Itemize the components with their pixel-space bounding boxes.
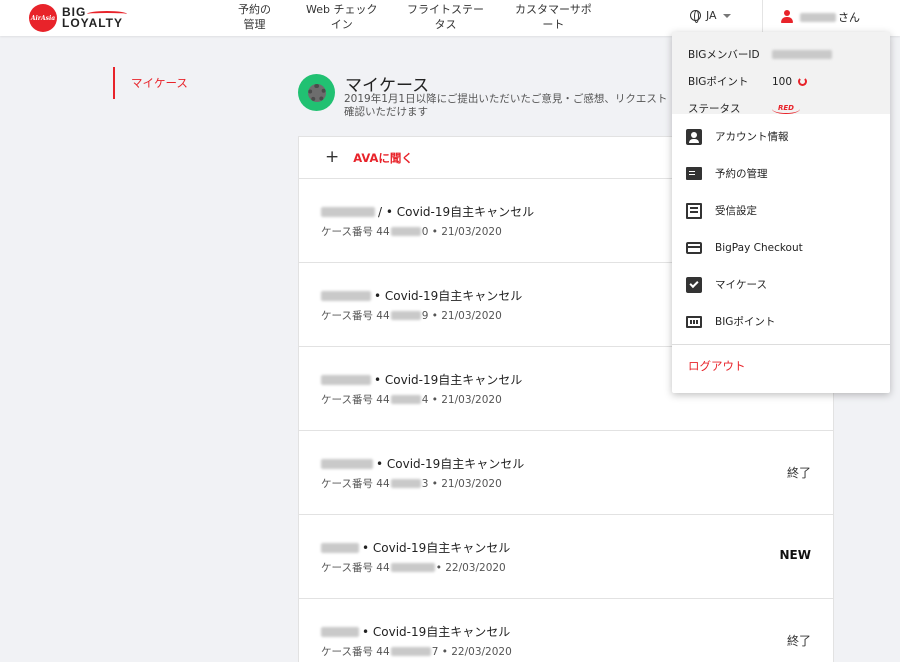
- big-loyalty-logo[interactable]: AirAsia BIG LOYALTY: [29, 3, 127, 33]
- user-dropdown-menu: BIGメンバーID BIGポイント 100 ステータス RED アカウント情報 …: [672, 32, 890, 393]
- user-name-redacted: [800, 12, 836, 22]
- booking-icon: [686, 167, 702, 180]
- case-date: 7 • 22/03/2020: [431, 645, 512, 658]
- user-menu-button[interactable]: さん: [780, 9, 860, 25]
- points-label: BIGポイント: [688, 76, 749, 88]
- member-summary: BIGメンバーID BIGポイント 100 ステータス RED: [672, 32, 890, 115]
- case-date: 0 • 21/03/2020: [421, 225, 502, 238]
- user-suffix: さん: [838, 11, 860, 24]
- page-subtitle: 2019年1月1日以降にご提出いただいたご意見・ご感想、リクエスト ご確認いただ…: [344, 93, 682, 118]
- nav-web-checkin[interactable]: Web チェック イン: [306, 2, 377, 32]
- refresh-icon[interactable]: [798, 77, 808, 86]
- user-icon: [780, 10, 794, 24]
- subscription-icon: [686, 202, 702, 219]
- airasia-logo-badge: AirAsia: [29, 4, 57, 32]
- case-number-label: ケース番号 44: [321, 226, 390, 238]
- case-date: 3 • 21/03/2020: [421, 477, 502, 490]
- globe-icon: [690, 10, 701, 23]
- menu-item-manage-booking[interactable]: 予約の管理: [672, 155, 890, 192]
- redacted-text: [390, 311, 421, 320]
- language-selector[interactable]: JA: [690, 9, 731, 23]
- menu-item-big-points[interactable]: BIGポイント: [672, 303, 890, 340]
- case-number-label: ケース番号 44: [321, 310, 390, 322]
- plus-icon: +: [325, 147, 340, 167]
- gear-icon: [307, 83, 326, 102]
- nav-customer-support[interactable]: カスタマーサポ ート: [515, 2, 592, 32]
- dropdown-menu-list: アカウント情報 予約の管理 受信設定 BigPay Checkout マイケース…: [672, 114, 890, 340]
- redacted-text: [321, 626, 359, 637]
- case-title: • Covid-19自主キャンセル: [374, 373, 523, 387]
- redacted-text: [321, 542, 359, 553]
- case-row[interactable]: • Covid-19自主キャンセル ケース番号 44 3 • 21/03/2020…: [299, 431, 833, 515]
- logo-line-2: LOYALTY: [62, 16, 124, 30]
- case-status: 終了: [786, 634, 811, 648]
- points-value: 100: [772, 75, 793, 88]
- menu-item-account[interactable]: アカウント情報: [672, 118, 890, 155]
- redacted-text: [321, 290, 371, 301]
- nav-flight-status[interactable]: フライトステー タス: [407, 2, 484, 32]
- case-title: • Covid-19自主キャンセル: [362, 541, 511, 555]
- case-title: • Covid-19自主キャンセル: [374, 289, 523, 303]
- nav-manage-booking[interactable]: 予約の 管理: [238, 2, 271, 32]
- redacted-text: [390, 563, 435, 572]
- case-number-label: ケース番号 44: [321, 562, 390, 574]
- redacted-text: [390, 479, 421, 488]
- credit-card-icon: [686, 241, 702, 254]
- redacted-text: [321, 206, 375, 217]
- redacted-text: [390, 395, 421, 404]
- redacted-text: [321, 458, 373, 469]
- menu-item-subscription[interactable]: 受信設定: [672, 192, 890, 229]
- header-divider: [762, 0, 763, 36]
- case-number-label: ケース番号 44: [321, 478, 390, 490]
- account-icon: [686, 128, 702, 145]
- member-id-redacted: [772, 50, 832, 59]
- case-status: NEW: [779, 548, 811, 562]
- case-title: • Covid-19自主キャンセル: [362, 625, 511, 639]
- case-title: • Covid-19自主キャンセル: [376, 457, 525, 471]
- case-date: 9 • 21/03/2020: [421, 309, 502, 322]
- case-row[interactable]: • Covid-19自主キャンセル ケース番号 44 7 • 22/03/2020…: [299, 599, 833, 662]
- points-icon: [686, 315, 702, 328]
- menu-item-my-cases[interactable]: マイケース: [672, 266, 890, 303]
- case-title: / • Covid-19自主キャンセル: [378, 205, 535, 219]
- case-date: • 22/03/2020: [435, 561, 506, 574]
- member-id-label: BIGメンバーID: [688, 49, 760, 61]
- case-date: 4 • 21/03/2020: [421, 393, 502, 406]
- logout-button[interactable]: ログアウト: [672, 345, 890, 387]
- redacted-text: [390, 647, 431, 656]
- redacted-text: [321, 374, 371, 385]
- menu-item-bigpay[interactable]: BigPay Checkout: [672, 229, 890, 266]
- redacted-text: [390, 227, 421, 236]
- language-code: JA: [706, 9, 717, 22]
- sidebar-item-my-cases[interactable]: マイケース: [113, 67, 188, 99]
- case-status: 終了: [786, 466, 811, 480]
- tier-badge: RED: [772, 104, 800, 114]
- clipboard-check-icon: [686, 276, 702, 293]
- case-row[interactable]: • Covid-19自主キャンセル ケース番号 44 • 22/03/2020 N…: [299, 515, 833, 599]
- logo-swoosh-icon: [87, 11, 127, 17]
- case-settings-icon: [298, 74, 335, 111]
- case-number-label: ケース番号 44: [321, 394, 390, 406]
- chevron-down-icon: [722, 13, 731, 18]
- case-number-label: ケース番号 44: [321, 646, 390, 658]
- status-label: ステータス: [688, 103, 741, 115]
- ask-ava-label: AVAに聞く: [353, 150, 413, 165]
- top-header: AirAsia BIG LOYALTY 予約の 管理 Web チェック イン フ…: [0, 0, 900, 36]
